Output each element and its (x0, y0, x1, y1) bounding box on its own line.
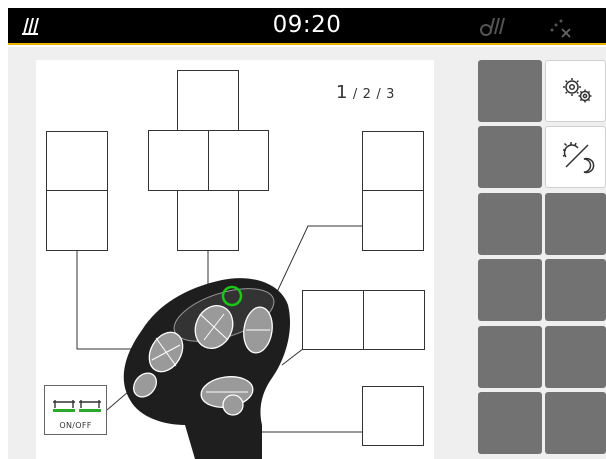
softkey-left-3[interactable] (478, 193, 542, 255)
softkey-left-4[interactable] (478, 259, 542, 321)
sprayer-boom-icon (51, 396, 103, 418)
softkey-left-1[interactable] (478, 60, 542, 122)
softkey-right-5[interactable] (545, 326, 606, 388)
softkey-right-3[interactable] (545, 193, 606, 255)
softkey-left-6[interactable] (478, 392, 542, 454)
onoff-label: ON/OFF (59, 421, 92, 430)
softkey-right-4[interactable] (545, 259, 606, 321)
gears-icon (560, 75, 596, 111)
day-night-softkey[interactable] (545, 126, 606, 188)
softkey-left-2[interactable] (478, 126, 542, 188)
softkey-left-5[interactable] (478, 326, 542, 388)
day-night-icon (560, 139, 596, 179)
onoff-function-tile[interactable]: ON/OFF (44, 385, 107, 435)
softkey-right-6[interactable] (545, 392, 606, 454)
settings-softkey[interactable] (545, 60, 606, 122)
